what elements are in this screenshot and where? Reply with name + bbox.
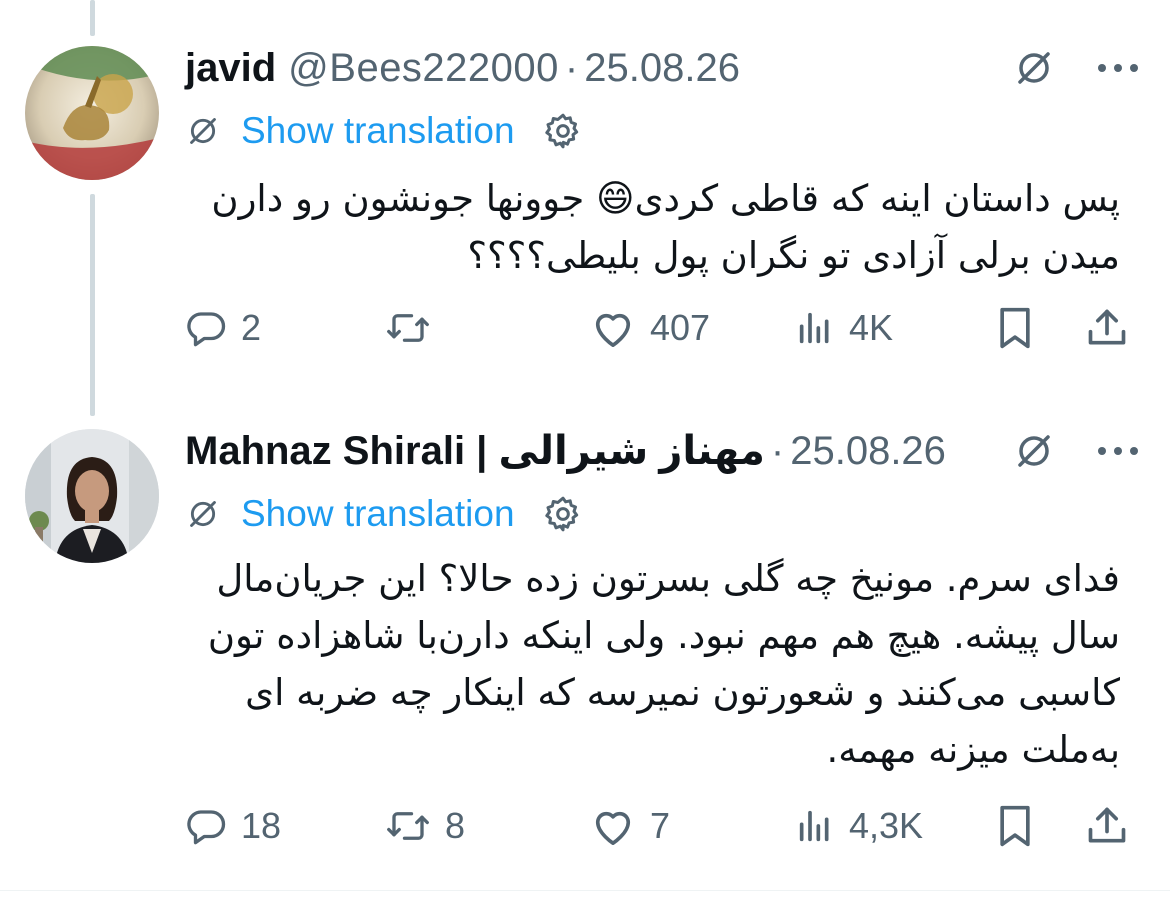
bookmark-button[interactable] <box>995 300 1035 356</box>
views-button[interactable]: 4,3K <box>795 798 923 854</box>
tweet-date[interactable]: 25.08.26 <box>584 46 740 91</box>
bottom-divider <box>0 890 1170 891</box>
separator: · <box>770 428 785 473</box>
views-button[interactable]: 4K <box>795 300 893 356</box>
share-button[interactable] <box>1085 798 1129 854</box>
tweet-1[interactable]: javid @Bees222000 · 25.08.26 Show transl… <box>0 0 1170 410</box>
bookmark-icon <box>995 306 1035 350</box>
translate-icon <box>185 113 221 149</box>
like-count: 407 <box>650 307 711 348</box>
repost-button[interactable]: 8 <box>385 798 465 854</box>
analytics-icon <box>795 308 835 348</box>
translation-row: Show translation <box>185 106 583 156</box>
share-icon <box>1085 306 1129 350</box>
tweet-text: پس داستان اینه که قاطی کردی😄 جوونها جونش… <box>211 177 1120 277</box>
tweet-2[interactable]: Mahnaz Shirali | مهناز شیرالی · 25.08.26 <box>0 410 1170 897</box>
view-count: 4,3K <box>849 805 924 846</box>
bookmark-button[interactable] <box>995 798 1035 854</box>
more-icon[interactable] <box>1096 445 1140 457</box>
reply-button[interactable]: 18 <box>185 798 281 854</box>
repost-icon <box>385 307 431 349</box>
analytics-icon <box>795 806 835 846</box>
view-count: 4K <box>849 307 894 348</box>
show-translation-link[interactable]: Show translation <box>241 110 515 152</box>
tweet-header: javid @Bees222000 · 25.08.26 <box>185 43 1170 93</box>
like-count: 7 <box>650 805 671 846</box>
more-icon[interactable] <box>1096 62 1140 74</box>
separator: · <box>564 45 579 90</box>
author-handle[interactable]: @Bees222000 <box>288 46 559 91</box>
gear-icon[interactable] <box>543 111 583 151</box>
grok-icon[interactable] <box>1012 429 1056 473</box>
author-name[interactable]: javid <box>185 46 276 91</box>
repost-count: 8 <box>445 805 466 846</box>
translation-row: Show translation <box>185 489 583 539</box>
heart-icon <box>590 805 636 847</box>
reply-button[interactable]: 2 <box>185 300 261 356</box>
heart-icon <box>590 307 636 349</box>
share-icon <box>1085 804 1129 848</box>
gear-icon[interactable] <box>543 494 583 534</box>
reply-icon <box>185 805 227 847</box>
like-button[interactable]: 7 <box>590 798 670 854</box>
translate-icon <box>185 496 221 532</box>
tweet-actions: 2 407 4K <box>185 300 1140 356</box>
tweet-date[interactable]: 25.08.26 <box>790 429 946 474</box>
repost-button[interactable] <box>385 300 445 356</box>
like-button[interactable]: 407 <box>590 300 710 356</box>
tweet-header: Mahnaz Shirali | مهناز شیرالی · 25.08.26 <box>185 426 1170 476</box>
reply-icon <box>185 307 227 349</box>
reply-count: 18 <box>241 805 282 846</box>
tweet-text: فدای سرم. مونیخ چه گلی بسرتون زده حالا؟ … <box>207 557 1120 771</box>
bookmark-icon <box>995 804 1035 848</box>
avatar-javid[interactable] <box>25 46 159 180</box>
show-translation-link[interactable]: Show translation <box>241 493 515 535</box>
reply-count: 2 <box>241 307 262 348</box>
author-name[interactable]: Mahnaz Shirali | مهناز شیرالی <box>185 428 765 474</box>
avatar-mahnaz[interactable] <box>25 429 159 563</box>
share-button[interactable] <box>1085 300 1129 356</box>
repost-icon <box>385 805 431 847</box>
grok-icon[interactable] <box>1012 46 1056 90</box>
tweet-actions: 18 8 7 4,3K <box>185 798 1140 854</box>
